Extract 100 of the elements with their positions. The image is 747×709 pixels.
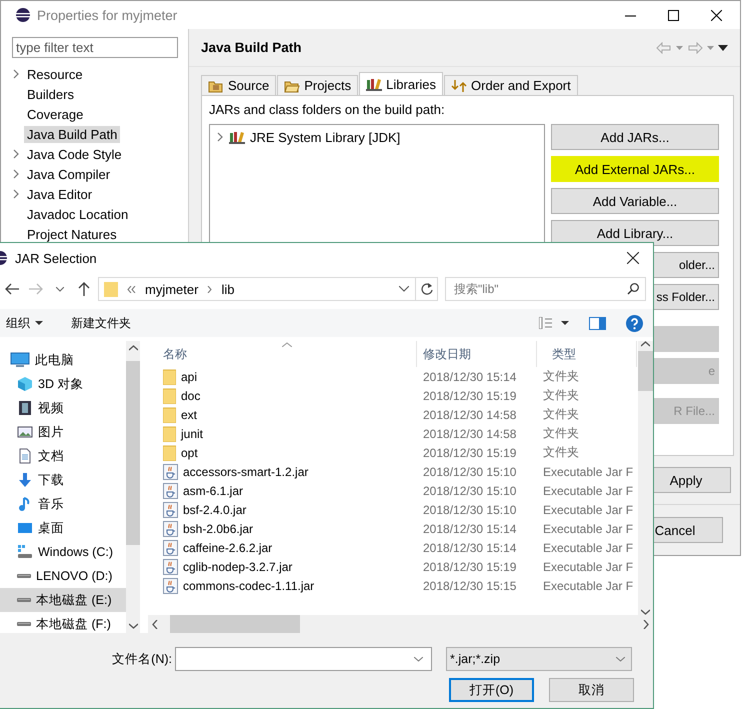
folder-icon <box>104 281 118 297</box>
file-name[interactable]: opt <box>181 446 198 460</box>
action-button[interactable]: Add JARs... <box>551 124 719 150</box>
nav-item[interactable]: 视频 <box>0 396 126 420</box>
new-folder-button[interactable]: 新建文件夹 <box>69 314 133 332</box>
dropdown-caret-icon[interactable] <box>399 286 409 292</box>
folder-icon <box>163 388 176 404</box>
breadcrumb[interactable]: myjmeter <box>145 282 198 296</box>
close-icon[interactable] <box>627 252 639 264</box>
file-name[interactable]: junit <box>181 426 204 440</box>
modified-date: 2018/12/30 15:10 <box>422 502 518 516</box>
drive-icon <box>17 574 31 578</box>
jar-file-icon <box>163 558 178 574</box>
help-icon[interactable] <box>626 314 643 332</box>
nav-item[interactable]: Windows (C:) <box>0 540 126 564</box>
dialog-button[interactable]: 取消 <box>549 678 634 702</box>
up-arrow-icon[interactable] <box>78 282 90 296</box>
nav-item[interactable]: 文档 <box>0 444 126 468</box>
sidebar-item[interactable]: Builders <box>24 86 77 102</box>
scroll-thumb[interactable] <box>170 615 300 633</box>
maximize-icon[interactable] <box>668 10 679 20</box>
scroll-left-icon <box>152 620 158 628</box>
tab[interactable]: Order and Export <box>444 75 578 95</box>
desktop-icon <box>17 520 33 536</box>
breadcrumb[interactable]: lib <box>221 282 234 296</box>
scroll-thumb[interactable] <box>638 351 653 391</box>
sidebar-item[interactable]: Java Compiler <box>24 166 114 182</box>
nav-item[interactable]: LENOVO (D:) <box>0 564 126 588</box>
page-title: Java Build Path <box>201 40 302 55</box>
search-icon <box>627 283 639 295</box>
back-arrow-icon[interactable] <box>5 283 19 295</box>
library-item[interactable]: JRE System Library [JDK] <box>250 130 400 144</box>
close-icon[interactable] <box>711 10 722 20</box>
nav-item[interactable]: 本地磁盘 (F:) <box>0 612 126 633</box>
scroll-right-icon <box>643 620 649 628</box>
file-name[interactable]: bsh-2.0b6.jar <box>183 522 254 536</box>
caret-icon[interactable] <box>707 46 714 50</box>
file-name[interactable]: caffeine-2.6.2.jar <box>183 540 272 554</box>
file-name-field[interactable] <box>175 647 432 671</box>
scroll-up-icon <box>641 341 650 347</box>
file-name[interactable]: cglib-nodep-3.2.7.jar <box>183 560 292 574</box>
nav-item[interactable]: 3D 对象 <box>0 372 126 396</box>
file-name[interactable]: accessors-smart-1.2.jar <box>183 464 308 478</box>
sidebar-item[interactable]: Java Editor <box>24 186 96 202</box>
tab[interactable]: Projects <box>277 75 358 95</box>
scrollbar[interactable] <box>126 341 140 633</box>
nav-item[interactable]: 图片 <box>0 420 126 444</box>
caret-icon[interactable] <box>676 46 683 50</box>
sidebar-item[interactable]: Javadoc Location <box>24 206 132 222</box>
folder-icon <box>163 426 176 442</box>
address-bar[interactable]: myjmeter lib <box>98 277 438 301</box>
nav-item[interactable]: 此电脑 <box>0 348 126 372</box>
history-caret-icon[interactable] <box>56 286 64 292</box>
nav-item[interactable]: 下载 <box>0 468 126 492</box>
file-name[interactable]: bsf-2.4.0.jar <box>183 502 246 516</box>
jar-file-icon <box>163 578 178 594</box>
dropdown-caret-icon[interactable] <box>414 656 423 662</box>
nav-item[interactable]: 本地磁盘 (E:) <box>0 588 126 612</box>
cube-icon <box>17 376 33 392</box>
file-type: 文件夹 <box>542 406 580 423</box>
file-type: 文件夹 <box>542 387 580 404</box>
sidebar-item[interactable]: Resource <box>24 66 86 82</box>
sidebar-item[interactable]: Coverage <box>24 106 86 122</box>
column-header[interactable]: 类型 <box>537 341 637 367</box>
file-name[interactable]: commons-codec-1.11.jar <box>183 578 314 592</box>
folder-icon <box>163 368 176 384</box>
tab[interactable]: Libraries <box>359 72 444 95</box>
nav-item[interactable]: 桌面 <box>0 516 126 540</box>
filter-field[interactable]: type filter text <box>12 37 178 58</box>
menu-caret-icon[interactable] <box>718 44 728 50</box>
file-name[interactable]: asm-6.1.jar <box>183 484 244 498</box>
file-name[interactable]: api <box>181 370 198 384</box>
sidebar-item[interactable]: Java Code Style <box>24 146 125 162</box>
folder-icon <box>163 406 176 422</box>
file-name[interactable]: ext <box>181 408 198 422</box>
window-title: Properties for myjmeter <box>37 8 178 22</box>
sidebar-item[interactable]: Project Natures <box>24 226 120 242</box>
sidebar-item[interactable]: Java Build Path <box>24 126 120 142</box>
nav-item[interactable]: 音乐 <box>0 492 126 516</box>
search-field[interactable]: 搜索"lib" <box>445 277 646 301</box>
file-name[interactable]: doc <box>181 388 200 402</box>
action-button[interactable]: Add Variable... <box>551 188 719 214</box>
preview-pane-icon[interactable] <box>589 316 606 330</box>
scrollbar[interactable] <box>638 341 653 615</box>
column-header[interactable]: 修改日期 <box>417 341 537 367</box>
column-header[interactable]: 名称 <box>148 341 417 367</box>
drive-icon <box>17 598 31 602</box>
action-button[interactable]: Add External JARs... <box>551 156 719 182</box>
list-label: JARs and class folders on the build path: <box>209 102 446 119</box>
modified-date: 2018/12/30 15:14 <box>422 522 518 536</box>
caret-icon <box>35 321 43 325</box>
scroll-thumb[interactable] <box>126 361 140 545</box>
organize-menu[interactable]: 组织 <box>4 314 45 332</box>
file-type-dropdown[interactable]: *.jar;*.zip <box>446 647 632 671</box>
scrollbar[interactable] <box>148 615 653 633</box>
file-type: 文件夹 <box>542 425 580 442</box>
view-options-icon[interactable] <box>539 317 569 329</box>
tab[interactable]: Source <box>201 75 276 95</box>
dialog-button[interactable]: 打开(O) <box>449 678 534 702</box>
action-button[interactable]: Add Library... <box>551 220 719 246</box>
